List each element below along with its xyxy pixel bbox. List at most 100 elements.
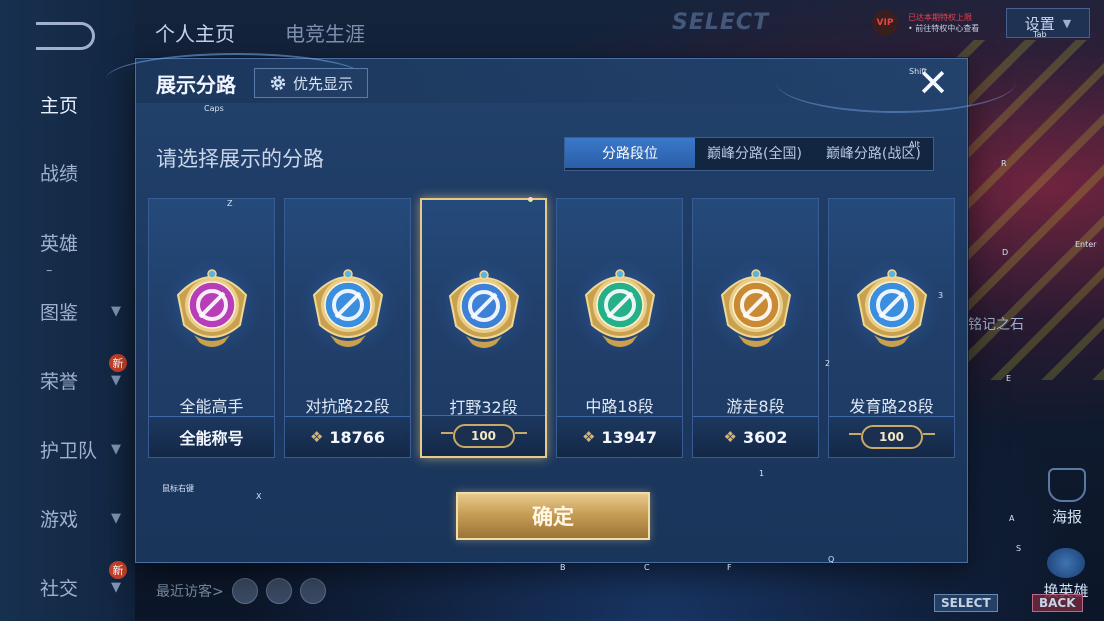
key-hint-x: X xyxy=(256,492,262,501)
key-hint-r: R xyxy=(1001,159,1007,168)
recent-visitors: 最近访客> xyxy=(156,578,326,604)
points-icon: ❖ xyxy=(581,428,596,446)
new-badge: 新 xyxy=(109,354,127,372)
lane-card[interactable]: 对抗路22段 ❖ 18766 xyxy=(284,198,411,458)
visitor-avatar[interactable] xyxy=(231,578,258,604)
sidebar-item[interactable]: 游戏 ▼ xyxy=(0,498,135,538)
key-hint-3: 3 xyxy=(938,291,944,300)
vip-icon[interactable]: VIP xyxy=(872,10,898,36)
lane-card[interactable]: 打野32段 100 xyxy=(420,197,547,458)
select-title: SELECT xyxy=(672,10,770,35)
sidebar-item[interactable]: 社交 ▼ 新 xyxy=(0,561,135,607)
key-hint-c: C xyxy=(644,563,650,572)
sidebar-item[interactable]: 英雄 xyxy=(0,222,135,262)
lane-points: 13947 xyxy=(601,427,658,447)
sidebar-item[interactable]: 图鉴 ▼ xyxy=(0,291,135,331)
key-hint-1: 1 xyxy=(759,469,765,478)
points-icon: ❖ xyxy=(309,428,324,446)
confirm-button[interactable]: 确定 xyxy=(456,492,650,540)
lane-emblem-icon xyxy=(442,266,526,352)
tab-esports-career[interactable]: 电竞生涯 xyxy=(285,18,365,47)
lane-card-name: 全能高手 xyxy=(179,397,244,416)
sidebar-item[interactable]: 主页 xyxy=(0,84,135,124)
key-hint-alt: Alt xyxy=(909,140,920,149)
dialog-title: 展示分路 xyxy=(156,73,236,97)
back-logo-icon[interactable] xyxy=(36,22,95,50)
sidebar-item-label: 荣誉 xyxy=(40,370,79,393)
new-badge: 新 xyxy=(109,561,127,579)
chevron-down-icon: ▼ xyxy=(1062,16,1072,30)
chevron-down-icon: ▼ xyxy=(111,372,121,388)
lane-emblem-icon xyxy=(714,265,798,351)
key-hint-enter: Enter xyxy=(1075,240,1097,249)
lane-card[interactable]: 游走8段 ❖ 3602 xyxy=(692,198,819,458)
select-hint: SELECT xyxy=(934,594,998,612)
recent-visitors-link[interactable]: 最近访客> xyxy=(156,581,224,601)
vip-info: 已达本期特权上限 • 前往特权中心查看 xyxy=(908,12,996,34)
poster-icon xyxy=(1048,468,1086,502)
key-hint-f: F xyxy=(727,563,732,572)
key-hint-z: Z xyxy=(227,199,233,208)
lane-card-footer: ❖ 3602 xyxy=(693,416,818,457)
key-hint-tilde: ~ xyxy=(46,266,53,275)
lane-tab[interactable]: 分路段位 xyxy=(565,138,695,168)
lane-card-footer: ❖ 13947 xyxy=(557,416,682,457)
lane-card-footer: 100 xyxy=(829,416,954,457)
chevron-down-icon: ▼ xyxy=(111,303,121,319)
sidebar-item-label: 主页 xyxy=(40,94,79,117)
key-hint-e: E xyxy=(1006,374,1012,383)
vip-info-line1: 已达本期特权上限 xyxy=(908,13,972,22)
sidebar-item[interactable]: 护卫队 ▼ xyxy=(0,429,135,469)
lane-card[interactable]: 发育路28段 100 xyxy=(828,198,955,458)
priority-display-label: 优先显示 xyxy=(292,74,353,93)
top-right-bar: VIP 已达本期特权上限 • 前往特权中心查看 设置 ▼ xyxy=(872,8,1090,38)
tab-personal-home[interactable]: 个人主页 xyxy=(155,18,235,47)
lane-card-name: 对抗路22段 xyxy=(305,397,390,416)
settings-button[interactable]: 设置 ▼ xyxy=(1006,8,1090,38)
lane-title: 全能称号 xyxy=(179,429,244,448)
sidebar-item-label: 英雄 xyxy=(40,232,79,255)
lane-points: 18766 xyxy=(329,427,386,447)
dialog-subtitle: 请选择展示的分路 xyxy=(156,147,324,171)
lane-emblem-icon xyxy=(170,265,254,351)
back-hint[interactable]: BACK xyxy=(1032,594,1083,612)
key-hint-caps: Caps xyxy=(204,104,224,113)
priority-display-button[interactable]: 优先显示 xyxy=(254,68,368,98)
gear-icon xyxy=(270,75,286,91)
key-hint-a: A xyxy=(1009,514,1015,523)
lane-card-name: 游走8段 xyxy=(726,397,785,416)
key-hint-s: S xyxy=(1016,544,1022,553)
poster-label: 海报 xyxy=(1051,508,1082,526)
lane-points: 3602 xyxy=(742,427,788,447)
stone-label: 铭记之石 xyxy=(968,317,1024,333)
lane-card-name: 中路18段 xyxy=(585,397,654,416)
lane-card[interactable]: 中路18段 ❖ 13947 xyxy=(556,198,683,458)
display-lane-dialog: 展示分路 优先显示 ✕ 请选择展示的分路 分路段位 巅峰分路(全国) 巅峰分路(战区… xyxy=(106,53,1016,563)
lane-card-name: 发育路28段 xyxy=(849,397,934,416)
confirm-label: 确定 xyxy=(532,505,574,529)
visitor-avatar[interactable] xyxy=(299,578,326,604)
sidebar-item-label: 游戏 xyxy=(40,508,79,531)
key-hint-mouse-right: 鼠标右键 xyxy=(162,484,194,493)
sidebar-item[interactable]: 荣誉 ▼ 新 xyxy=(0,354,135,400)
lane-card-footer: 全能称号 xyxy=(149,416,274,457)
selected-marker xyxy=(528,197,533,202)
key-hint-2: 2 xyxy=(825,359,831,368)
chevron-down-icon: ▼ xyxy=(111,441,121,457)
key-hint-tab: Tab xyxy=(1033,30,1047,39)
top-tabs: 个人主页 电竞生涯 xyxy=(155,18,365,47)
sidebar-item[interactable]: 战绩 xyxy=(0,152,135,192)
key-hint-d: D xyxy=(1002,248,1009,257)
poster-button[interactable]: 海报 xyxy=(1044,468,1090,527)
visitor-avatar[interactable] xyxy=(265,578,292,604)
lane-emblem-icon xyxy=(306,265,390,351)
lane-type-tabs: 分路段位 巅峰分路(全国) 巅峰分路(战区) xyxy=(564,137,934,171)
lane-card[interactable]: 全能高手 全能称号 xyxy=(148,198,275,458)
key-hint-q: Q xyxy=(828,555,835,564)
key-hint-b: B xyxy=(560,563,566,572)
key-hint-shift: Shift xyxy=(909,67,928,76)
lane-tab[interactable]: 巅峰分路(全国) xyxy=(695,138,814,168)
sidebar-item-label: 战绩 xyxy=(40,162,79,185)
lane-card-footer: 100 xyxy=(422,415,545,456)
chevron-down-icon: ▼ xyxy=(111,510,121,526)
